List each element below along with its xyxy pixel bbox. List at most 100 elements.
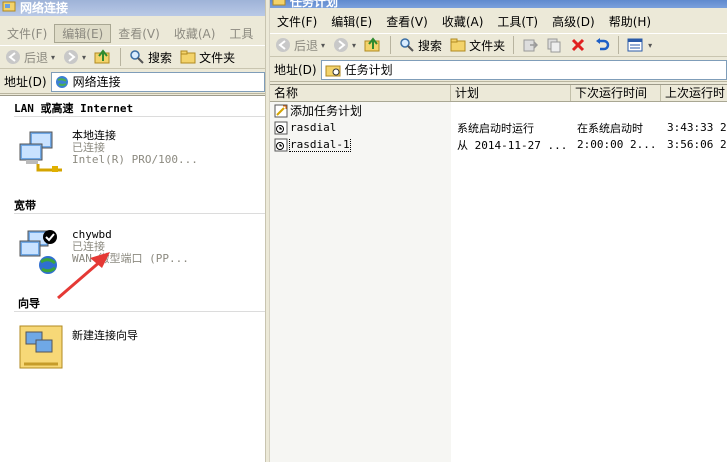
task-last-run: 3:43:33 2 [667,121,727,134]
scheduled-task-icon [274,121,288,134]
right-toolbar: 后退 ▾ ▾ 搜索 文件夹 ▾ [270,33,727,57]
left-menu-bar: 文件(F) 编辑(E) 查看(V) 收藏(A) 工具 [0,22,265,44]
menu-tools[interactable]: 工具 [222,25,260,42]
address-input[interactable]: 任务计划 [320,59,727,80]
views-icon [627,38,643,52]
menu-favorites[interactable]: 收藏(A) [435,13,491,30]
lan-computers-icon [18,130,64,176]
task-row-add[interactable]: 添加任务计划 [270,102,727,119]
list-header: 名称 计划 下次运行时间 上次运行时 [270,85,727,102]
delete-x-icon [572,38,585,52]
search-button[interactable]: 搜索 [126,49,175,66]
menu-tools[interactable]: 工具(T) [490,13,545,30]
column-header-next-run[interactable]: 下次运行时间 [571,85,661,101]
group-lan-title: LAN 或高速 Internet [14,102,134,115]
address-value: 任务计划 [344,63,393,77]
column-header-last-run[interactable]: 上次运行时 [661,85,727,101]
annotation-arrow [57,252,110,300]
right-title-bar[interactable]: 任务计划 [270,0,727,9]
up-folder-button[interactable] [361,37,385,53]
column-header-schedule[interactable]: 计划 [451,85,571,101]
undo-button[interactable] [591,37,613,53]
task-next-run: 2:00:00 2... [577,138,657,151]
left-title-bar[interactable]: 网络连接 [0,0,265,16]
right-window-title: 任务计划 [290,0,339,9]
back-button[interactable]: 后退 ▾ [272,37,328,54]
divider [14,116,265,117]
task-last-run: 3:56:06 2 [667,138,727,151]
add-task-icon [274,104,288,117]
move-to-icon [523,39,539,52]
back-arrow-icon [276,38,290,52]
search-icon [130,50,144,64]
scheduled-tasks-folder-icon [272,0,286,9]
wizard-icon [18,324,64,370]
task-row-rasdial[interactable]: rasdial 系统启动时运行 在系统启动时 3:43:33 2 [270,119,727,136]
address-input[interactable]: 网络连接 [50,71,265,92]
task-next-run: 在系统启动时 [577,121,643,135]
left-window-title: 网络连接 [20,0,69,15]
toolbar-separator [390,36,392,54]
connections-pane: LAN 或高速 Internet 本地连接 已连接 Intel(R) PRO/1… [0,95,265,462]
menu-view[interactable]: 查看(V) [379,13,435,30]
divider [14,213,265,214]
menu-file[interactable]: 文件(F) [0,25,54,42]
toolbar-separator [618,36,620,54]
toolbar-separator [120,48,122,66]
move-to-button[interactable] [519,37,541,53]
task-name: 添加任务计划 [290,104,363,118]
copy-to-icon [547,38,561,53]
right-address-bar: 地址(D) 任务计划 [270,58,727,82]
name-column-shade [270,102,451,462]
task-name: rasdial-1 [289,137,351,152]
left-address-bar: 地址(D) 网络连接 [0,70,265,94]
up-folder-button[interactable] [91,49,115,65]
scheduled-task-icon [274,138,288,151]
task-schedule: 从 2014-11-27 ... [457,138,568,152]
network-folder-icon [2,0,16,16]
folders-button[interactable]: 文件夹 [177,49,238,66]
delete-button[interactable] [567,37,589,53]
connection-local[interactable]: 本地连接 已连接 Intel(R) PRO/100... [18,130,198,176]
menu-help[interactable]: 帮助(H) [602,13,658,30]
address-label: 地址(D) [4,75,47,89]
scheduled-tasks-window: 任务计划 文件(F) 编辑(E) 查看(V) 收藏(A) 工具(T) 高级(D)… [270,0,727,462]
menu-edit[interactable]: 编辑(E) [324,13,379,30]
undo-icon [596,38,610,51]
menu-favorites[interactable]: 收藏(A) [167,25,223,42]
connection-device: Intel(R) PRO/100... [72,153,198,166]
folders-button[interactable]: 文件夹 [447,37,508,54]
task-row-rasdial-1[interactable]: rasdial-1 从 2014-11-27 ... 2:00:00 2... … [270,136,727,153]
task-name: rasdial [290,121,337,134]
copy-to-button[interactable] [543,37,565,53]
forward-arrow-icon [334,38,349,52]
forward-button[interactable]: ▾ [330,37,359,53]
network-connections-window: 网络连接 文件(F) 编辑(E) 查看(V) 收藏(A) 工具 后退 ▾ ▾ 搜… [0,0,265,462]
toolbar-separator [513,36,515,54]
menu-advanced[interactable]: 高级(D) [545,13,602,30]
tasks-list-pane: 名称 计划 下次运行时间 上次运行时 添加任务计划 rasdial 系统启动时运… [270,84,727,462]
address-label: 地址(D) [274,63,317,77]
scheduled-tasks-folder-icon [325,65,341,76]
forward-button[interactable]: ▾ [60,49,89,65]
folders-icon [180,50,196,64]
right-menu-bar: 文件(F) 编辑(E) 查看(V) 收藏(A) 工具(T) 高级(D) 帮助(H… [270,10,727,32]
menu-edit[interactable]: 编辑(E) [54,23,112,43]
address-value: 网络连接 [72,75,121,89]
folders-icon [450,38,466,52]
column-header-name[interactable]: 名称 [270,85,451,101]
search-icon [400,38,414,52]
back-arrow-icon [6,50,20,64]
up-folder-icon [94,49,110,64]
menu-view[interactable]: 查看(V) [111,25,167,42]
new-connection-wizard[interactable]: 新建连接向导 [18,324,138,370]
divider [14,311,265,312]
group-broadband-title: 宽带 [14,199,36,212]
search-button[interactable]: 搜索 [396,37,445,54]
task-schedule: 系统启动时运行 [457,121,534,135]
wizard-name: 新建连接向导 [72,329,138,342]
back-button[interactable]: 后退 ▾ [2,49,58,66]
menu-file[interactable]: 文件(F) [270,13,324,30]
views-button[interactable]: ▾ [624,37,655,53]
network-globe-icon [55,75,68,88]
